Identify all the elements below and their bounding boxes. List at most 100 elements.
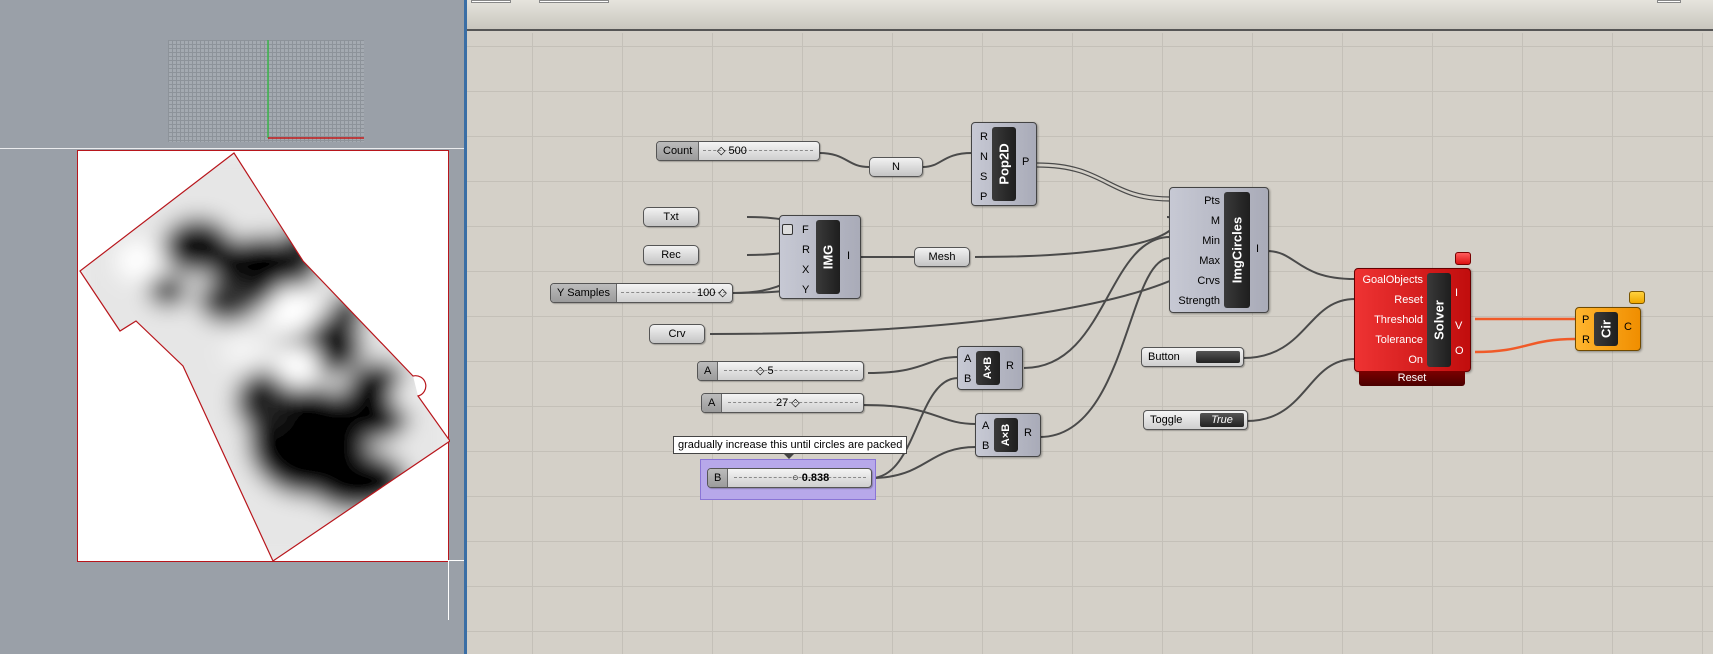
pop2d-component[interactable]: R N S P Pop2D P <box>971 122 1037 206</box>
cir-component[interactable]: P R Cir C <box>1575 307 1641 351</box>
multiply-component-1[interactable]: A B A×B R <box>957 346 1023 390</box>
count-slider-label: Count <box>657 142 700 160</box>
mul1-core: A×B <box>976 351 1000 385</box>
img-input-r[interactable]: R <box>802 240 810 260</box>
mul2-input-a[interactable]: A <box>982 416 989 436</box>
y-samples-value: 100 ◇ <box>697 287 727 299</box>
img-input-f[interactable]: F <box>802 220 810 240</box>
solver-input-goalobjects[interactable]: GoalObjects <box>1357 270 1423 290</box>
img-input-x[interactable]: X <box>802 260 810 280</box>
pop2d-input-s[interactable]: S <box>980 167 988 187</box>
b-slider-label: B <box>708 469 729 487</box>
img-file-icon[interactable] <box>782 224 793 235</box>
img-output-i[interactable]: I <box>847 250 850 262</box>
solver-outputs: I V <box>1455 277 1462 343</box>
a-slider-1-track[interactable] <box>724 370 858 371</box>
pop2d-input-p[interactable]: P <box>980 187 988 207</box>
mul2-input-b[interactable]: B <box>982 436 989 456</box>
rec-param[interactable]: Rec <box>643 245 699 265</box>
y-samples-value-text: 100 <box>697 287 716 299</box>
solver-title: Solver <box>1431 300 1447 340</box>
mul2-inputs: A B <box>982 416 989 456</box>
a-slider-2[interactable]: A 27 ◇ <box>701 393 864 413</box>
solver-input-on[interactable]: On <box>1357 350 1423 370</box>
imgcircles-input-max[interactable]: Max <box>1174 251 1220 271</box>
imgcircles-input-pts[interactable]: Pts <box>1174 191 1220 211</box>
crv-param[interactable]: Crv <box>649 324 705 344</box>
y-samples-label: Y Samples <box>551 284 617 302</box>
imgcircles-input-crvs[interactable]: Crvs <box>1174 271 1220 291</box>
solver-input-tolerance[interactable]: Tolerance <box>1357 330 1423 350</box>
solver-output-v[interactable]: V <box>1455 310 1462 343</box>
b-value-text: 0.838 <box>801 472 830 484</box>
y-samples-slider[interactable]: Y Samples 100 ◇ <box>550 283 733 303</box>
b-slider-value: ○ 0.838 <box>792 472 830 484</box>
a-slider-1-label: A <box>698 362 719 380</box>
mul1-inputs: A B <box>964 349 971 389</box>
solver-component[interactable]: GoalObjects Reset Threshold Tolerance On… <box>1354 268 1471 372</box>
mul2-output-r[interactable]: R <box>1024 427 1032 439</box>
cir-inputs: P R <box>1582 310 1590 350</box>
cir-flag-icon[interactable] <box>1629 291 1645 304</box>
solver-output-i[interactable]: I <box>1455 277 1462 310</box>
solver-input-reset[interactable]: Reset <box>1357 290 1423 310</box>
b-slider[interactable]: B ○ 0.838 <box>707 468 872 488</box>
cir-input-r[interactable]: R <box>1582 330 1590 350</box>
count-slider-value: ◇ 500 <box>717 145 747 157</box>
mul1-input-a[interactable]: A <box>964 349 971 369</box>
toolbar-tab-2[interactable] <box>539 0 609 3</box>
img-inputs: F R X Y <box>802 220 810 300</box>
imgcircles-input-min[interactable]: Min <box>1174 231 1220 251</box>
img-title: IMG <box>820 244 836 270</box>
gh-toolbar[interactable] <box>467 0 1713 31</box>
n-param[interactable]: N <box>869 157 923 177</box>
imgcircles-output-i[interactable]: I <box>1256 243 1259 255</box>
button-label: Button <box>1148 351 1180 363</box>
a-slider-2-label: A <box>702 394 723 412</box>
tooltip: gradually increase this until circles ar… <box>673 436 908 454</box>
mesh-param[interactable]: Mesh <box>914 247 970 267</box>
cir-core: Cir <box>1594 312 1618 346</box>
button-face[interactable] <box>1196 351 1240 363</box>
txt-param[interactable]: Txt <box>643 207 699 227</box>
mul1-input-b[interactable]: B <box>964 369 971 389</box>
cir-output-c[interactable]: C <box>1624 321 1632 333</box>
pop2d-inputs: R N S P <box>980 127 988 207</box>
count-slider[interactable]: Count ◇ 500 <box>656 141 820 161</box>
toolbar-tab-1[interactable] <box>471 0 511 3</box>
img-component[interactable]: F R X Y IMG I <box>779 215 861 299</box>
mul2-core: A×B <box>994 418 1018 452</box>
toggle-value[interactable]: True <box>1200 413 1244 427</box>
solver-output-o[interactable]: O <box>1455 345 1464 357</box>
pop2d-input-n[interactable]: N <box>980 147 988 167</box>
imgcircles-input-m[interactable]: M <box>1174 211 1220 231</box>
grasshopper-editor[interactable]: gradually increase this until circles ar… <box>464 0 1713 654</box>
img-input-y[interactable]: Y <box>802 280 810 300</box>
imgcircles-component[interactable]: Pts M Min Max Crvs Strength ImgCircles I <box>1169 187 1269 313</box>
solver-input-threshold[interactable]: Threshold <box>1357 310 1423 330</box>
solver-core: Solver <box>1427 273 1451 367</box>
solver-flag-icon[interactable] <box>1455 252 1471 265</box>
a-slider-1[interactable]: A ◇ 5 <box>697 361 864 381</box>
imgcircles-inputs: Pts M Min Max Crvs Strength <box>1174 191 1220 311</box>
imgcircles-input-strength[interactable]: Strength <box>1174 291 1220 311</box>
a1-value-text: 5 <box>767 365 774 377</box>
toolbar-tab-3[interactable] <box>1657 0 1681 3</box>
heightmap-viewport[interactable] <box>77 150 451 562</box>
pop2d-core: Pop2D <box>992 127 1016 201</box>
pop2d-input-r[interactable]: R <box>980 127 988 147</box>
multiply-component-2[interactable]: A B A×B R <box>975 413 1041 457</box>
solver-reset-bar[interactable]: Reset <box>1359 371 1465 386</box>
imgcircles-core: ImgCircles <box>1224 192 1250 308</box>
cir-input-p[interactable]: P <box>1582 310 1590 330</box>
pop2d-output-p[interactable]: P <box>1022 156 1029 168</box>
toggle-component[interactable]: Toggle True <box>1143 410 1248 430</box>
rhino-viewport-panel[interactable] <box>0 0 464 654</box>
mul1-title: A×B <box>982 356 994 380</box>
button-component[interactable]: Button <box>1141 347 1244 367</box>
a2-value-text: 27 <box>776 397 789 409</box>
mul1-output-r[interactable]: R <box>1006 360 1014 372</box>
solver-inputs: GoalObjects Reset Threshold Tolerance On <box>1357 270 1423 370</box>
imgcircles-title: ImgCircles <box>1229 216 1245 284</box>
viewport-divider <box>0 148 464 149</box>
